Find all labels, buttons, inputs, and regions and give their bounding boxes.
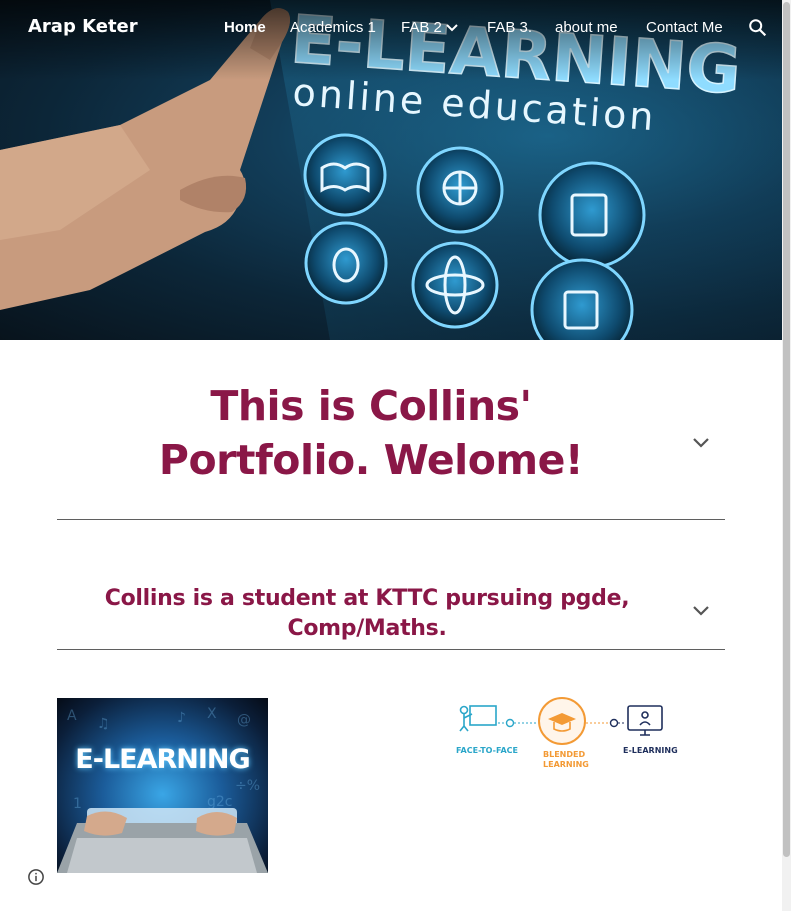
svg-text:g2c: g2c xyxy=(207,794,233,810)
svg-text:@: @ xyxy=(237,712,251,728)
svg-text:A: A xyxy=(67,708,77,724)
svg-text:÷%: ÷% xyxy=(235,778,260,794)
nav-item-home[interactable]: Home xyxy=(224,19,266,36)
presenter-icon xyxy=(459,705,497,732)
elearning-photo: A ♫ ♪ X @1 g2c ÷% E-LEARNING xyxy=(57,698,268,873)
nav-item-about-me[interactable]: about me xyxy=(555,19,618,36)
hero-banner: E-LEARNING online education xyxy=(0,0,782,340)
keyboard-illustration: A ♫ ♪ X @1 g2c÷% xyxy=(57,706,268,873)
computer-icon xyxy=(627,705,663,736)
info-icon[interactable] xyxy=(27,868,45,886)
nav-item-contact-me[interactable]: Contact Me xyxy=(646,19,723,36)
nav-item-academics-1[interactable]: Academics 1 xyxy=(290,19,376,36)
blended-learning-diagram: FACE-TO-FACE BLENDED LEARNING E-LEARNING xyxy=(452,695,678,775)
section-divider xyxy=(57,649,725,650)
diagram-label-blended: BLENDED LEARNING xyxy=(543,750,589,769)
page-title: This is Collins' Portfolio. Welome! xyxy=(158,382,584,484)
chevron-down-icon[interactable] xyxy=(445,23,459,33)
site-title[interactable]: Arap Keter xyxy=(28,16,138,37)
nav-item-fab-2[interactable]: FAB 2 xyxy=(401,19,442,36)
expand-icon[interactable] xyxy=(689,430,713,454)
header-gradient xyxy=(0,0,782,80)
svg-text:♪: ♪ xyxy=(177,710,186,726)
scrollbar-track[interactable] xyxy=(782,0,791,911)
section-heading: Collins is a student at KTTC pursuing pg… xyxy=(104,586,630,641)
diagram-label-face-to-face: FACE-TO-FACE xyxy=(456,746,519,755)
diagram-label-elearning: E-LEARNING xyxy=(623,746,678,755)
section-divider xyxy=(57,519,725,520)
scrollbar-thumb[interactable] xyxy=(783,2,790,857)
nav-item-fab-3[interactable]: FAB 3. xyxy=(487,19,532,36)
photo-caption: E-LEARNING xyxy=(75,744,250,775)
svg-text:X: X xyxy=(207,706,217,722)
svg-text:♫: ♫ xyxy=(97,716,110,732)
expand-icon[interactable] xyxy=(689,598,713,622)
svg-text:1: 1 xyxy=(73,796,82,812)
search-icon[interactable] xyxy=(747,17,769,39)
